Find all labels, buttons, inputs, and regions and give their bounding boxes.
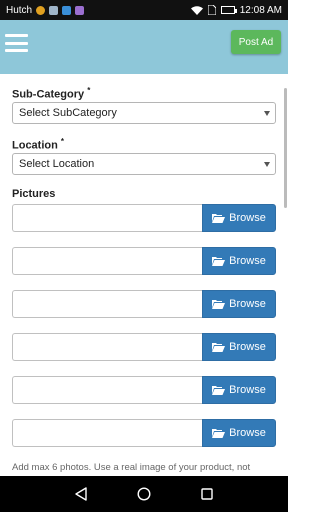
picture-upload-row-1: Browse	[12, 204, 276, 232]
system-navigation-bar	[0, 476, 288, 512]
battery-icon	[220, 6, 237, 14]
picture-upload-row-5: Browse	[12, 376, 276, 404]
subcategory-select[interactable]: Select SubCategory	[12, 102, 276, 124]
picture-upload-row-3: Browse	[12, 290, 276, 318]
carrier-name: Hutch	[6, 4, 33, 16]
picture-file-input[interactable]	[12, 419, 202, 447]
post-ad-button[interactable]: Post Ad	[231, 30, 281, 54]
browse-button[interactable]: Browse	[202, 290, 276, 318]
dropdown-caret-icon	[264, 162, 270, 167]
status-bar: Hutch 12:08 AM	[0, 0, 288, 20]
picture-upload-row-4: Browse	[12, 333, 276, 361]
folder-open-icon	[212, 342, 226, 352]
picture-upload-row-6: Browse	[12, 419, 276, 447]
subcategory-label: Sub-Category *	[12, 86, 90, 101]
picture-file-input[interactable]	[12, 247, 202, 275]
folder-open-icon	[212, 385, 226, 395]
required-mark: *	[60, 137, 65, 146]
browse-label: Browse	[229, 212, 266, 224]
browse-label: Browse	[229, 427, 266, 439]
wifi-icon	[190, 5, 203, 15]
recents-icon[interactable]	[197, 484, 217, 504]
browse-button[interactable]: Browse	[202, 204, 276, 232]
location-selected-value: Select Location	[19, 158, 95, 170]
back-icon[interactable]	[71, 484, 91, 504]
location-label: Location *	[12, 137, 64, 152]
browse-button[interactable]: Browse	[202, 376, 276, 404]
scrollbar[interactable]	[284, 88, 287, 208]
picture-file-input[interactable]	[12, 333, 202, 361]
picture-upload-row-2: Browse	[12, 247, 276, 275]
location-label-text: Location	[12, 139, 58, 152]
browse-button[interactable]: Browse	[202, 419, 276, 447]
picture-file-input[interactable]	[12, 290, 202, 318]
subcategory-label-text: Sub-Category	[12, 88, 85, 101]
pictures-help-text: Add max 6 photos. Use a real image of yo…	[12, 462, 251, 473]
picture-file-input[interactable]	[12, 204, 202, 232]
image-icon	[49, 5, 59, 15]
dropdown-caret-icon	[264, 111, 270, 116]
browse-label: Browse	[229, 341, 266, 353]
home-icon[interactable]	[134, 484, 154, 504]
pictures-label: Pictures	[12, 188, 56, 200]
hamburger-icon[interactable]	[5, 34, 28, 52]
browse-label: Browse	[229, 298, 266, 310]
sim-icon	[207, 5, 216, 15]
chrome-icon	[36, 5, 46, 15]
browse-label: Browse	[229, 255, 266, 267]
folder-open-icon	[212, 299, 226, 309]
folder-open-icon	[212, 428, 226, 438]
app-header: Post Ad	[0, 20, 288, 74]
subcategory-selected-value: Select SubCategory	[19, 107, 117, 119]
browse-button[interactable]: Browse	[202, 333, 276, 361]
folder-open-icon	[212, 256, 226, 266]
picture-file-input[interactable]	[12, 376, 202, 404]
required-mark: *	[87, 86, 91, 95]
clock: 12:08 AM	[239, 4, 282, 16]
location-select[interactable]: Select Location	[12, 153, 276, 175]
app-icon	[62, 5, 72, 15]
browse-label: Browse	[229, 384, 266, 396]
folder-open-icon	[212, 213, 226, 223]
message-icon	[75, 5, 85, 15]
post-ad-form[interactable]: Sub-Category * Select SubCategory Locati…	[0, 74, 288, 476]
browse-button[interactable]: Browse	[202, 247, 276, 275]
